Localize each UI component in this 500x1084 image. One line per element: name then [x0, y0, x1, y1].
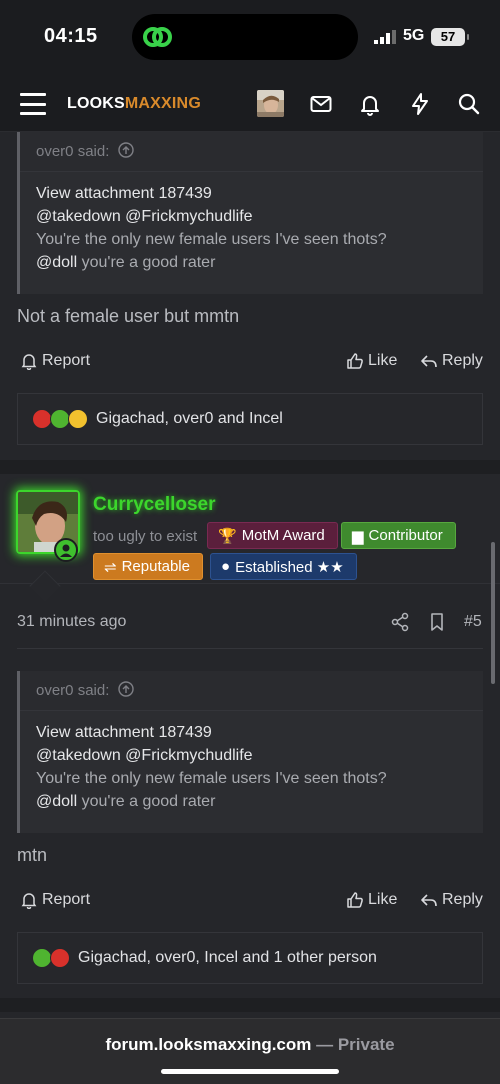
dynamic-island	[132, 14, 358, 60]
reply-icon	[421, 894, 437, 907]
account-avatar[interactable]	[257, 90, 284, 117]
inbox-icon[interactable]	[309, 92, 333, 116]
battery-icon: 57	[431, 28, 469, 46]
dislike-reaction-icon	[32, 409, 52, 429]
post-divider	[0, 998, 500, 1012]
menu-icon[interactable]	[20, 93, 46, 115]
site-logo[interactable]: LOOKSMAXXING	[67, 95, 201, 113]
mention-link[interactable]: @doll	[36, 793, 77, 810]
post-text: Not a female user but mmtn	[17, 306, 240, 326]
badge-established[interactable]: ● Established ★★	[210, 553, 357, 580]
meta-divider	[17, 648, 483, 649]
post-number[interactable]: #5	[464, 613, 482, 631]
like-reaction-icon	[32, 948, 52, 968]
status-time: 04:15	[44, 25, 98, 47]
book-icon: ▆	[352, 527, 364, 545]
attachment-link[interactable]: View attachment 187439	[36, 182, 483, 205]
like-reaction-icon	[50, 409, 70, 429]
thread-content[interactable]: over0 said: View attachment 187439 @take…	[0, 132, 500, 1018]
bookmark-icon[interactable]	[427, 612, 447, 632]
bell-icon	[21, 893, 37, 909]
quote-text: You're the only new female users I've se…	[36, 231, 387, 248]
signal-icon	[374, 30, 396, 44]
reaction-users[interactable]: Gigachad, over0 and Incel	[96, 410, 283, 428]
mention-links[interactable]: @takedown @Frickmychudlife	[36, 205, 483, 228]
reaction-users[interactable]: Gigachad, over0, Incel and 1 other perso…	[78, 949, 377, 967]
reply-icon	[421, 355, 437, 368]
reply-button[interactable]: Reply	[420, 891, 483, 909]
quote-header[interactable]: over0 said:	[20, 671, 483, 711]
user-icon: ●	[221, 558, 231, 575]
report-button[interactable]: Report	[20, 891, 90, 909]
dislike-reaction-icon	[50, 948, 70, 968]
bell-icon[interactable]	[358, 92, 382, 116]
search-icon[interactable]	[457, 92, 481, 116]
quote-author[interactable]: over0 said:	[36, 682, 109, 699]
like-button[interactable]: Like	[346, 352, 397, 370]
share-icon[interactable]	[390, 612, 410, 632]
report-button[interactable]: Report	[20, 352, 90, 370]
post-text: mtn	[17, 845, 48, 865]
badge-reputable[interactable]: ⇌ Reputable	[93, 553, 203, 580]
attachment-link[interactable]: View attachment 187439	[36, 721, 483, 744]
network-label: 5G	[403, 27, 425, 44]
jump-up-icon[interactable]	[117, 681, 134, 697]
thumbs-up-icon	[347, 892, 363, 908]
quote-text: you're a good rater	[77, 254, 216, 271]
badge-contributor[interactable]: ▆ Contributor	[341, 522, 456, 549]
bell-icon	[21, 354, 37, 370]
quote-block: over0 said: View attachment 187439 @take…	[17, 132, 483, 294]
address-text[interactable]: forum.looksmaxxing.com — Private	[0, 1035, 500, 1055]
post-pointer	[29, 570, 61, 602]
user-title: too ugly to exist	[93, 528, 198, 545]
link-icon	[143, 27, 172, 47]
handshake-icon: ⇌	[104, 558, 117, 576]
post-divider	[0, 460, 500, 474]
shocked-reaction-icon	[68, 409, 88, 429]
browser-address-bar[interactable]: forum.looksmaxxing.com — Private	[0, 1018, 500, 1084]
mention-links[interactable]: @takedown @Frickmychudlife	[36, 744, 483, 767]
quote-text: You're the only new female users I've se…	[36, 770, 387, 787]
quote-block: over0 said: View attachment 187439 @take…	[17, 671, 483, 833]
mention-link[interactable]: @doll	[36, 254, 77, 271]
scrollbar[interactable]	[491, 542, 495, 684]
like-button[interactable]: Like	[346, 891, 397, 909]
jump-up-icon[interactable]	[117, 142, 134, 158]
reactions-bar[interactable]: Gigachad, over0, Incel and 1 other perso…	[17, 932, 483, 984]
online-status-icon	[54, 538, 78, 562]
quote-text: you're a good rater	[77, 793, 216, 810]
status-bar: 04:15 5G 57	[0, 0, 500, 76]
lightning-icon[interactable]	[408, 92, 432, 116]
username-link[interactable]: Currycelloser	[93, 494, 216, 516]
quote-header[interactable]: over0 said:	[20, 132, 483, 172]
quote-author[interactable]: over0 said:	[36, 143, 109, 160]
quote-body: View attachment 187439 @takedown @Frickm…	[20, 172, 483, 274]
site-navbar: LOOKSMAXXING	[0, 76, 500, 132]
post-user-header: Currycelloser too ugly to exist 🏆 MotM Aw…	[0, 474, 500, 602]
home-indicator[interactable]	[161, 1069, 339, 1074]
thumbs-up-icon	[347, 353, 363, 369]
post-timestamp[interactable]: 31 minutes ago	[17, 613, 126, 631]
reply-button[interactable]: Reply	[420, 352, 483, 370]
reactions-bar[interactable]: Gigachad, over0 and Incel	[17, 393, 483, 445]
quote-body: View attachment 187439 @takedown @Frickm…	[20, 711, 483, 813]
badge-motm[interactable]: 🏆 MotM Award	[207, 522, 338, 549]
trophy-icon: 🏆	[218, 527, 237, 545]
private-label: Private	[337, 1035, 395, 1054]
domain-label: forum.looksmaxxing.com	[105, 1035, 312, 1054]
